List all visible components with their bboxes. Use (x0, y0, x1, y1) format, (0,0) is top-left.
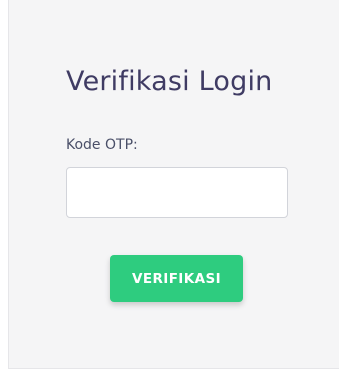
verify-button[interactable]: VERIFIKASI (110, 255, 243, 302)
otp-input[interactable] (66, 167, 288, 218)
login-verification-card: Verifikasi Login Kode OTP: VERIFIKASI (8, 0, 339, 369)
otp-label: Kode OTP: (66, 137, 138, 153)
page-title: Verifikasi Login (66, 66, 273, 97)
